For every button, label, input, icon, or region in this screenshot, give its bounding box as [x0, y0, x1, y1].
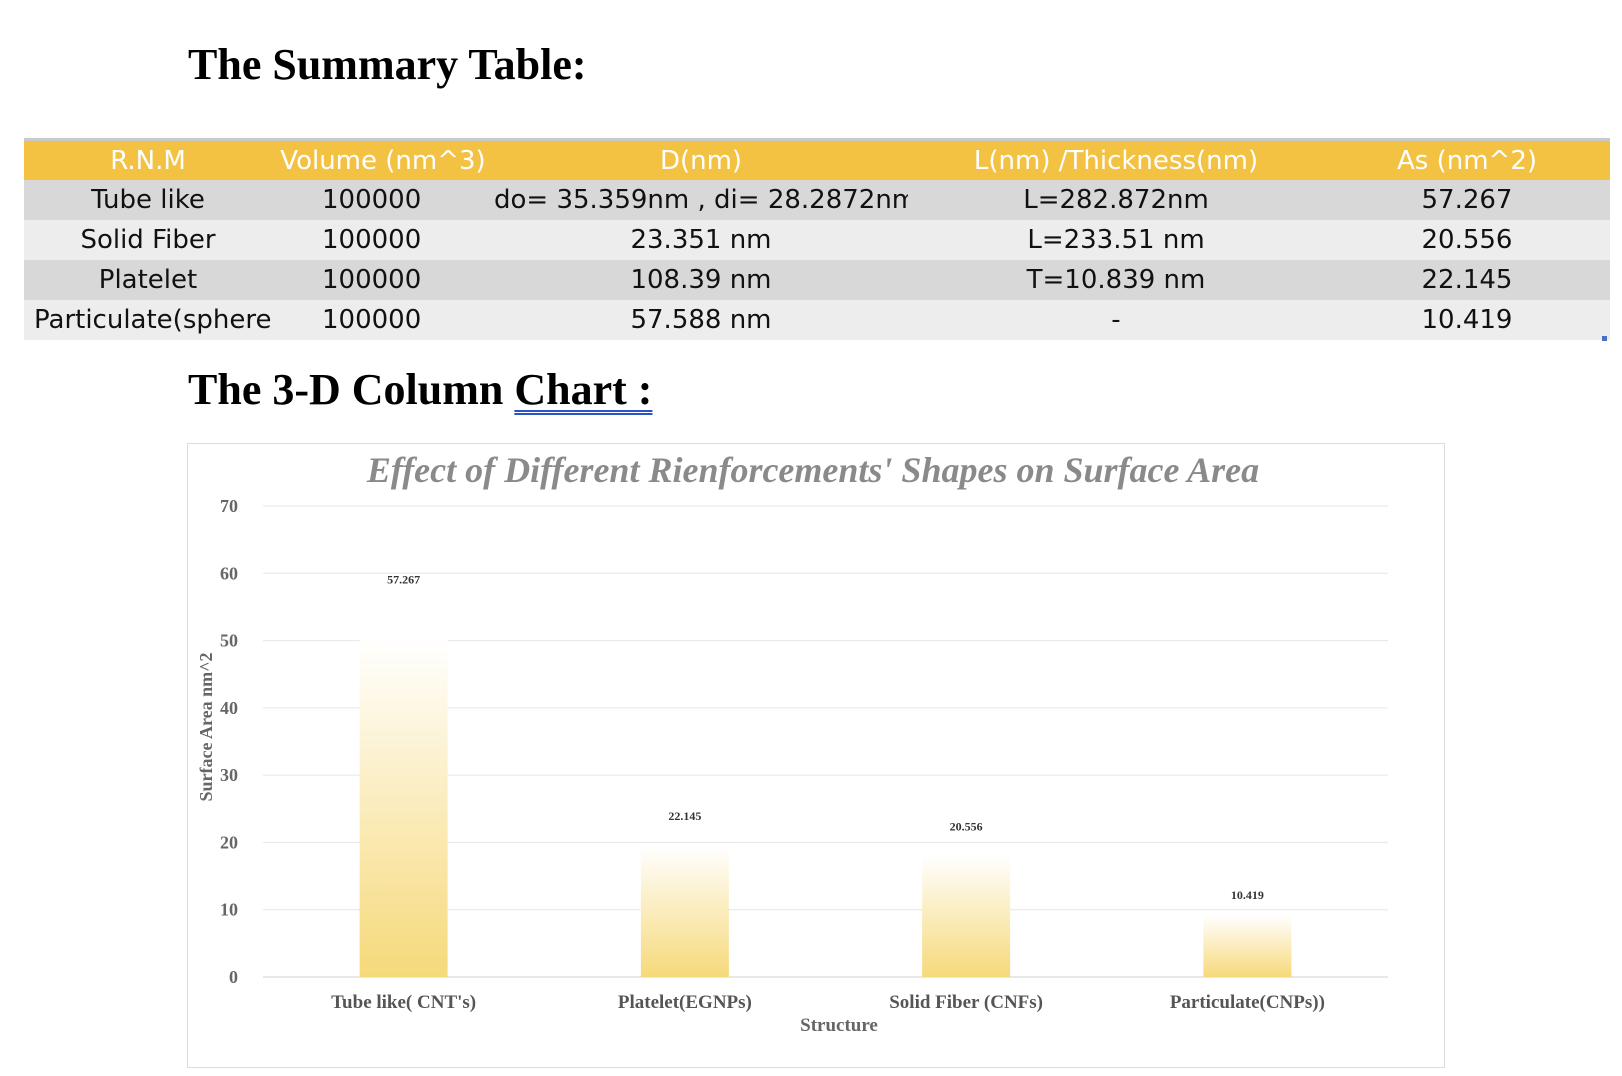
cell-diameter: do= 35.359nm , di= 28.2872nm	[494, 180, 908, 220]
cell-diameter: 108.39 nm	[494, 260, 908, 300]
table-header-row: R.N.M Volume (nm^3) D(nm) L(nm) /Thickne…	[24, 139, 1610, 180]
header-surface-area: As (nm^2)	[1324, 139, 1610, 180]
x-tick-label: Tube like( CNT's)	[331, 992, 476, 1013]
cell-diameter: 57.588 nm	[494, 300, 908, 340]
bar[interactable]	[640, 845, 729, 977]
y-tick-label: 60	[220, 563, 238, 583]
y-tick-label: 30	[220, 765, 238, 785]
cell-surface-area: 22.145	[1324, 260, 1610, 300]
cell-rnm: Particulate(sphere)	[24, 300, 272, 340]
cell-surface-area: 10.419	[1324, 300, 1610, 340]
header-length-thickness: L(nm) /Thickness(nm)	[908, 139, 1324, 180]
bar[interactable]	[1203, 915, 1292, 977]
x-tick-label: Platelet(EGNPs)	[618, 992, 752, 1013]
cell-length-thickness: L=233.51 nm	[908, 220, 1324, 260]
chart-title: Effect of Different Rienforcements' Shap…	[366, 450, 1259, 490]
y-tick-label: 50	[220, 631, 238, 651]
cell-length-thickness: -	[908, 300, 1324, 340]
cell-length-thickness: L=282.872nm	[908, 180, 1324, 220]
y-tick-label: 0	[229, 967, 238, 987]
x-axis-label: Structure	[800, 1015, 878, 1036]
chart-canvas: Effect of Different Rienforcements' Shap…	[196, 450, 1388, 1036]
y-tick-label: 70	[220, 496, 238, 516]
y-tick-label: 20	[220, 832, 238, 852]
summary-table-heading: The Summary Table:	[188, 40, 587, 89]
y-axis-label: Surface Area nm^2	[196, 652, 216, 801]
cell-volume: 100000	[272, 180, 494, 220]
header-volume: Volume (nm^3)	[272, 139, 494, 180]
data-label: 10.419	[1231, 888, 1264, 902]
table-row: Solid Fiber 100000 23.351 nm L=233.51 nm…	[24, 220, 1610, 260]
table-row: Platelet 100000 108.39 nm T=10.839 nm 22…	[24, 260, 1610, 300]
bar[interactable]	[359, 637, 448, 977]
bar[interactable]	[922, 855, 1011, 977]
chart-heading-prefix: The 3-D Column	[188, 365, 515, 414]
cell-surface-area: 20.556	[1324, 220, 1610, 260]
data-label: 57.267	[387, 573, 420, 587]
header-diameter: D(nm)	[494, 139, 908, 180]
x-tick-label: Solid Fiber (CNFs)	[889, 992, 1043, 1013]
chart-heading: The 3-D Column Chart :	[188, 368, 652, 412]
cell-rnm: Platelet	[24, 260, 272, 300]
x-tick-label: Particulate(CNPs))	[1170, 992, 1325, 1013]
cell-volume: 100000	[272, 300, 494, 340]
cell-surface-area: 57.267	[1324, 180, 1610, 220]
cell-volume: 100000	[272, 220, 494, 260]
y-tick-label: 10	[220, 900, 238, 920]
summary-table: R.N.M Volume (nm^3) D(nm) L(nm) /Thickne…	[24, 138, 1610, 340]
y-tick-label: 40	[220, 698, 238, 718]
data-label: 22.145	[668, 809, 701, 823]
data-label: 20.556	[950, 820, 983, 834]
chart-heading-underlined: Chart :	[514, 365, 653, 414]
cell-length-thickness: T=10.839 nm	[908, 260, 1324, 300]
cell-rnm: Solid Fiber	[24, 220, 272, 260]
header-rnm: R.N.M	[24, 139, 272, 180]
table-row: Tube like 100000 do= 35.359nm , di= 28.2…	[24, 180, 1610, 220]
fill-handle[interactable]	[1602, 336, 1607, 341]
table-row: Particulate(sphere) 100000 57.588 nm - 1…	[24, 300, 1610, 340]
cell-rnm: Tube like	[24, 180, 272, 220]
cell-volume: 100000	[272, 260, 494, 300]
column-chart[interactable]: Effect of Different Rienforcements' Shap…	[187, 443, 1445, 1068]
cell-diameter: 23.351 nm	[494, 220, 908, 260]
